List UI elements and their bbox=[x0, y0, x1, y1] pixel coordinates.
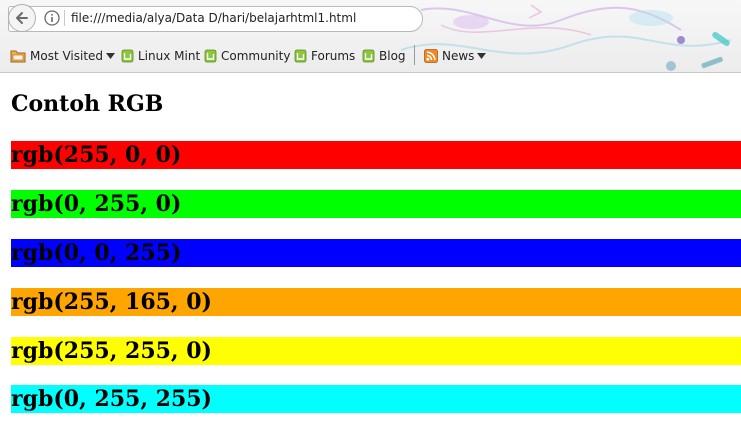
mint-icon bbox=[294, 49, 307, 63]
bookmarks-toolbar: Most Visited Linux Mint Community Forums… bbox=[0, 40, 741, 70]
back-button[interactable] bbox=[8, 4, 36, 32]
color-swatch-cyan: rgb(0, 255, 255) bbox=[11, 385, 741, 413]
bookmark-blog[interactable]: Blog bbox=[362, 48, 406, 64]
bookmark-label: Community bbox=[221, 49, 291, 63]
bookmark-label: Linux Mint bbox=[138, 49, 201, 63]
bookmark-news[interactable]: News bbox=[424, 48, 487, 64]
bookmark-divider bbox=[414, 45, 415, 65]
folder-icon bbox=[10, 50, 26, 63]
mint-icon bbox=[121, 49, 134, 63]
mint-icon bbox=[362, 49, 375, 63]
bookmark-label: Forums bbox=[311, 49, 356, 63]
rss-icon bbox=[424, 49, 438, 63]
bookmark-label: Most Visited bbox=[30, 49, 104, 63]
color-swatch-yellow: rgb(255, 255, 0) bbox=[11, 337, 741, 365]
bookmark-forums[interactable]: Forums bbox=[294, 48, 355, 64]
chevron-down-icon bbox=[477, 53, 487, 59]
chevron-down-icon bbox=[106, 53, 116, 59]
color-swatch-red: rgb(255, 0, 0) bbox=[11, 141, 741, 169]
bookmark-label: Blog bbox=[379, 49, 406, 63]
color-swatch-green: rgb(0, 255, 0) bbox=[11, 190, 741, 218]
mint-icon bbox=[204, 49, 217, 63]
browser-toolbar: file:///media/alya/Data D/hari/belajarht… bbox=[0, 0, 741, 73]
bookmark-linux-mint[interactable]: Linux Mint bbox=[121, 48, 200, 64]
url-text[interactable]: file:///media/alya/Data D/hari/belajarht… bbox=[71, 11, 356, 25]
bookmark-label: News bbox=[442, 49, 475, 63]
color-swatch-orange: rgb(255, 165, 0) bbox=[11, 288, 741, 316]
info-icon[interactable] bbox=[44, 10, 60, 26]
bookmark-community[interactable]: Community bbox=[204, 48, 290, 64]
page-title: Contoh RGB bbox=[11, 91, 164, 117]
bookmark-most-visited[interactable]: Most Visited bbox=[10, 48, 116, 64]
back-arrow-icon bbox=[16, 12, 28, 24]
url-separator bbox=[64, 10, 65, 26]
color-swatch-blue: rgb(0, 0, 255) bbox=[11, 239, 741, 267]
